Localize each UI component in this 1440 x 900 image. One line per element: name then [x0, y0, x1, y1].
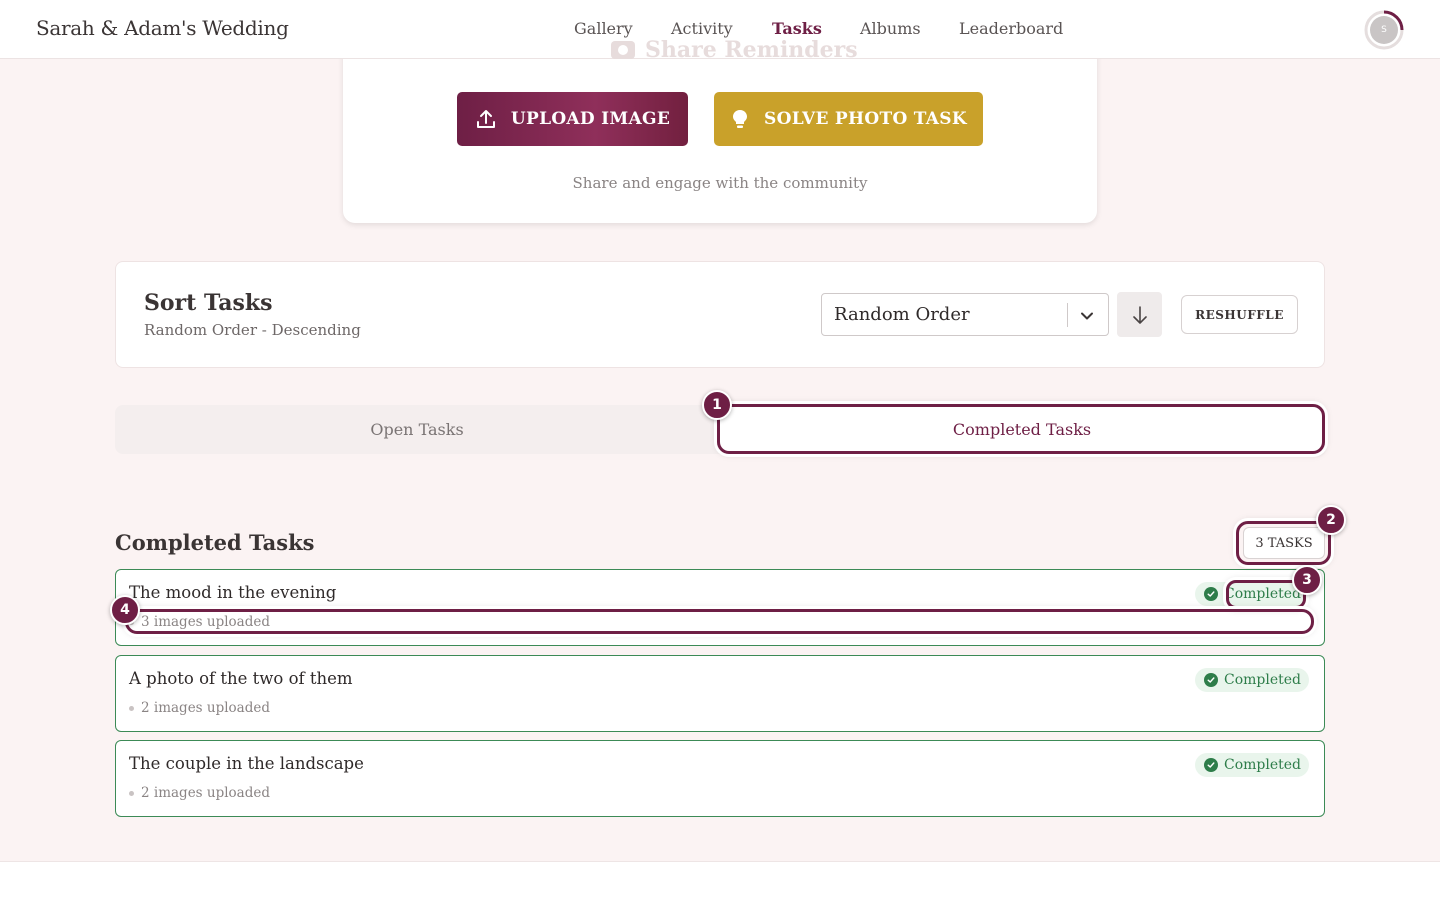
user-avatar-button[interactable]: S: [1363, 9, 1405, 51]
arrow-down-icon: [1132, 305, 1147, 324]
main-nav: Gallery Activity Tasks Albums Leaderboar…: [0, 19, 1440, 43]
annotation-marker-2: 2: [1316, 505, 1346, 535]
nav-leaderboard[interactable]: Leaderboard: [959, 19, 1063, 38]
check-circle-icon: [1203, 673, 1218, 687]
status-label: Completed: [1223, 757, 1301, 773]
check-circle-icon: [1203, 587, 1218, 601]
completed-section-title: Completed Tasks: [115, 530, 315, 555]
sort-order-select[interactable]: Random Order: [821, 293, 1109, 336]
annotation-marker-3: 3: [1292, 565, 1322, 595]
reshuffle-button[interactable]: RESHUFFLE: [1181, 295, 1298, 334]
status-label: Completed: [1223, 672, 1301, 688]
tab-completed-tasks[interactable]: Completed Tasks: [719, 405, 1325, 454]
task-upload-count: 2 images uploaded: [141, 785, 271, 801]
upload-image-label: UPLOAD IMAGE: [510, 109, 671, 129]
task-meta: 3 images uploaded: [129, 614, 270, 630]
sort-subtitle: Random Order - Descending: [144, 321, 361, 339]
task-upload-count: 3 images uploaded: [141, 614, 271, 630]
task-card[interactable]: The mood in the evening 3 images uploade…: [115, 569, 1325, 646]
sort-title: Sort Tasks: [144, 290, 273, 316]
status-badge: Completed: [1194, 582, 1309, 606]
sort-tasks-card: Sort Tasks Random Order - Descending Ran…: [115, 261, 1325, 368]
task-count-badge: 3 TASKS: [1243, 527, 1325, 559]
nav-activity[interactable]: Activity: [671, 19, 733, 38]
bullet-icon: [129, 705, 134, 711]
lightbulb-icon: [733, 110, 748, 128]
tab-open-tasks[interactable]: Open Tasks: [115, 405, 719, 454]
status-label: Completed: [1223, 586, 1301, 602]
top-navigation-bar: Sarah & Adam's Wedding Gallery Activity …: [0, 0, 1440, 59]
task-title: A photo of the two of them: [129, 669, 353, 688]
task-meta: 2 images uploaded: [129, 785, 270, 801]
upload-tagline: Share and engage with the community: [572, 174, 868, 192]
solve-photo-task-button[interactable]: SOLVE PHOTO TASK: [714, 92, 983, 146]
select-divider: [1067, 303, 1068, 327]
upload-image-button[interactable]: UPLOAD IMAGE: [457, 92, 688, 146]
avatar: S: [1370, 16, 1398, 44]
chevron-down-icon[interactable]: [1080, 309, 1094, 323]
status-badge: Completed: [1194, 753, 1309, 777]
task-title: The couple in the landscape: [129, 754, 364, 773]
task-meta: 2 images uploaded: [129, 700, 270, 716]
check-circle-icon: [1203, 758, 1218, 772]
annotation-marker-1: 1: [702, 390, 732, 420]
bullet-icon: [129, 790, 134, 796]
task-card[interactable]: The couple in the landscape 2 images upl…: [115, 740, 1325, 817]
nav-gallery[interactable]: Gallery: [574, 19, 633, 38]
upload-card: UPLOAD IMAGE SOLVE PHOTO TASK Share and …: [343, 40, 1097, 223]
task-upload-count: 2 images uploaded: [141, 700, 271, 716]
status-badge: Completed: [1194, 668, 1309, 692]
nav-tasks[interactable]: Tasks: [772, 19, 822, 38]
nav-albums[interactable]: Albums: [860, 19, 921, 38]
sort-order-value: Random Order: [834, 304, 970, 325]
page-footer: [0, 861, 1440, 900]
solve-photo-task-label: SOLVE PHOTO TASK: [764, 109, 967, 129]
upload-icon: [476, 110, 495, 128]
sort-direction-button[interactable]: [1117, 292, 1162, 337]
task-title: The mood in the evening: [129, 583, 337, 602]
task-card[interactable]: A photo of the two of them 2 images uplo…: [115, 655, 1325, 732]
annotation-marker-4: 4: [110, 595, 140, 625]
